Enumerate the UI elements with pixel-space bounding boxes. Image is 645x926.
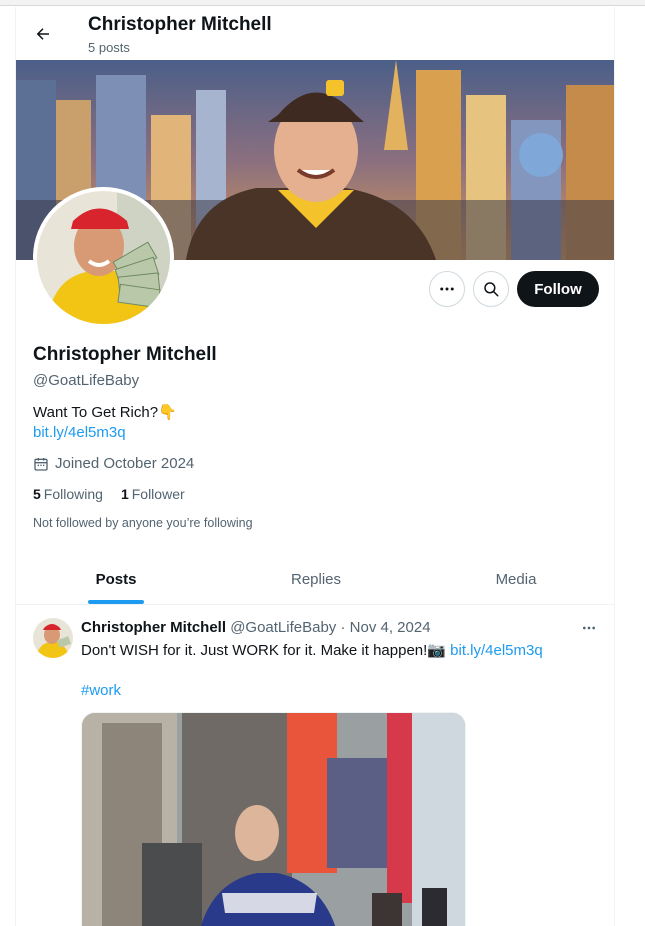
arrow-left-icon <box>36 28 49 40</box>
post-hashtag[interactable]: #work <box>81 682 121 699</box>
back-button[interactable] <box>30 21 56 47</box>
avatar-picture <box>37 191 170 324</box>
tab-media[interactable]: Media <box>416 555 614 604</box>
header-title: Christopher Mitchell <box>88 14 272 35</box>
post-body: Don't WISH for it. Just WORK for it. Mak… <box>81 642 446 659</box>
tab-posts[interactable]: Posts <box>16 555 216 604</box>
calendar-icon <box>34 457 48 471</box>
header-post-count: 5 posts <box>88 40 130 55</box>
profile-bio: Want To Get Rich?👇 <box>33 404 177 421</box>
following-link[interactable]: 5 Following <box>33 486 103 502</box>
post-author-handle[interactable]: @GoatLifeBaby <box>230 619 336 636</box>
post-separator: · <box>340 619 346 636</box>
post-author-avatar[interactable] <box>33 618 73 658</box>
profile-avatar[interactable] <box>33 187 174 328</box>
post-media-image[interactable] <box>81 712 466 926</box>
post-header: Christopher Mitchell @GoatLifeBaby · Nov… <box>81 619 431 636</box>
post-more-button[interactable] <box>578 619 600 637</box>
profile-tabs: Posts Replies Media <box>16 555 614 605</box>
post-avatar-picture <box>33 618 73 658</box>
browser-top-edge <box>0 0 645 6</box>
post-author-name[interactable]: Christopher Mitchell <box>81 619 226 636</box>
tab-replies[interactable]: Replies <box>216 555 416 604</box>
post-text: Don't WISH for it. Just WORK for it. Mak… <box>81 641 543 659</box>
post-date[interactable]: Nov 4, 2024 <box>350 619 431 636</box>
profile-column: Christopher Mitchell 5 posts Follow Chri… <box>15 7 615 926</box>
followers-label: Follower <box>131 486 185 502</box>
search-posts-button[interactable] <box>473 271 509 307</box>
profile-handle: @GoatLifeBaby <box>33 372 140 389</box>
not-followed-note: Not followed by anyone you’re following <box>33 516 253 530</box>
more-dots-icon <box>583 626 595 630</box>
post-link[interactable]: bit.ly/4el5m3q <box>450 642 543 659</box>
profile-header: Christopher Mitchell 5 posts <box>16 7 614 60</box>
followers-link[interactable]: 1 Follower <box>121 486 185 502</box>
followers-count: 1 <box>120 486 129 502</box>
active-tab-indicator <box>88 600 144 604</box>
tab-media-label: Media <box>495 571 537 588</box>
more-options-button[interactable] <box>429 271 465 307</box>
follow-stats: 5 Following 1 Follower <box>33 486 185 502</box>
join-date: Joined October 2024 <box>33 455 194 472</box>
join-date-text: Joined October 2024 <box>55 455 195 472</box>
post-media-picture <box>82 713 465 926</box>
profile-name: Christopher Mitchell <box>33 344 217 365</box>
following-count: 5 <box>33 486 41 502</box>
tab-replies-label: Replies <box>290 571 342 588</box>
more-dots-icon <box>440 287 454 291</box>
search-icon <box>484 282 499 297</box>
following-label: Following <box>43 486 103 502</box>
profile-link[interactable]: bit.ly/4el5m3q <box>33 424 126 441</box>
follow-button[interactable]: Follow <box>517 271 599 307</box>
tab-posts-label: Posts <box>95 571 137 588</box>
